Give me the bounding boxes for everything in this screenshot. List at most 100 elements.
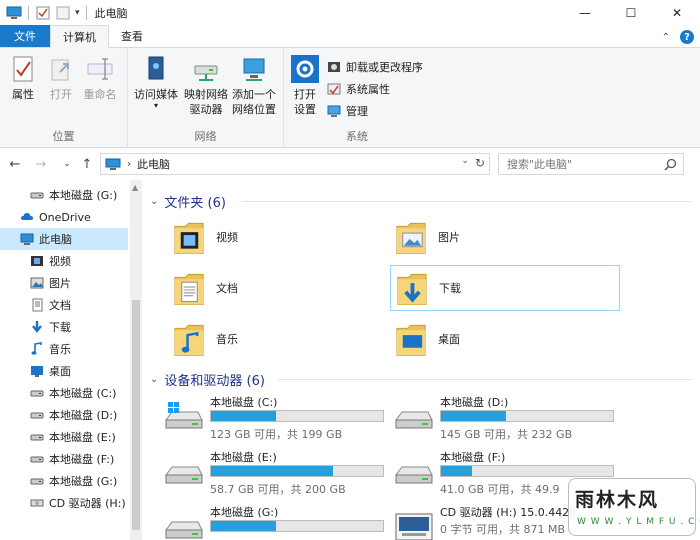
nav-item[interactable]: 本地磁盘 (E:) xyxy=(0,426,128,448)
folders-section-header[interactable]: ⌄ 文件夹 (6) xyxy=(150,192,226,211)
open-settings-button[interactable]: 打开 设置 xyxy=(288,54,322,117)
properties-check-icon[interactable] xyxy=(35,6,51,20)
nav-item[interactable]: 此电脑 xyxy=(0,228,128,250)
folder-item[interactable]: 音乐 xyxy=(168,316,398,362)
nav-item-label: CD 驱动器 (H:) xyxy=(49,497,126,510)
nav-item[interactable]: 桌面 xyxy=(0,360,128,382)
tab-file[interactable]: 文件 xyxy=(0,25,50,47)
maximize-icon: ☐ xyxy=(625,6,637,20)
open-button[interactable]: 打开 xyxy=(46,54,76,102)
drive-usage-bar xyxy=(210,465,384,477)
folder-label: 文档 xyxy=(216,282,238,295)
map-network-drive-button[interactable]: 映射网络 驱动器 xyxy=(182,54,230,117)
nav-item[interactable]: 本地磁盘 (F:) xyxy=(0,448,128,470)
nav-item-label: 桌面 xyxy=(49,365,71,378)
drive-item[interactable]: 本地磁盘 (E:) 58.7 GB 可用，共 200 GB xyxy=(164,449,390,497)
drives-section-header[interactable]: ⌄ 设备和驱动器 (6) xyxy=(150,370,265,389)
group-network: 访问媒体 ▾ 映射网络 驱动器 添加一个 网络位置 网络 xyxy=(128,48,284,148)
nav-item-label: 视频 xyxy=(49,255,71,268)
nav-item[interactable]: 图片 xyxy=(0,272,128,294)
manage-button[interactable]: 管理 xyxy=(326,102,368,120)
folder-label: 下载 xyxy=(439,282,461,295)
folder-label: 图片 xyxy=(438,231,460,244)
forward-button[interactable]: → xyxy=(32,157,50,172)
drive-icon xyxy=(30,412,44,419)
map-network-drive-label: 映射网络 驱动器 xyxy=(184,88,228,116)
collapse-ribbon-icon[interactable]: ⌃ xyxy=(662,32,670,43)
network-location-icon xyxy=(243,58,265,81)
group-location-label: 位置 xyxy=(52,130,75,143)
downloads-icon xyxy=(32,321,42,333)
minimize-button[interactable]: — xyxy=(562,0,608,26)
nav-item-label: 本地磁盘 (C:) xyxy=(49,387,117,400)
scrollbar-thumb[interactable] xyxy=(132,300,140,530)
group-location: 属性 打开 重命名 位置 xyxy=(0,48,128,148)
breadcrumb-this-pc[interactable]: 此电脑 xyxy=(137,156,170,172)
folder-item[interactable]: 桌面 xyxy=(390,316,620,362)
drive-item[interactable]: 本地磁盘 (C:) 123 GB 可用，共 199 GB xyxy=(164,394,390,442)
section-divider xyxy=(242,201,692,202)
maximize-button[interactable]: ☐ xyxy=(608,0,654,26)
computer-icon xyxy=(20,233,34,245)
properties-button[interactable]: 属性 xyxy=(8,54,38,102)
desktop-folder-icon xyxy=(396,324,426,356)
drive-icon xyxy=(165,521,203,539)
breadcrumb-separator-icon[interactable]: › xyxy=(127,159,131,170)
refresh-icon[interactable]: ↻ xyxy=(475,156,485,170)
back-button[interactable]: ← xyxy=(6,157,24,172)
up-button[interactable]: ↑ xyxy=(78,157,96,172)
nav-item[interactable]: 本地磁盘 (C:) xyxy=(0,382,128,404)
rename-button[interactable]: 重命名 xyxy=(80,54,120,102)
tab-computer[interactable]: 计算机 xyxy=(50,25,109,48)
group-system: 打开 设置 卸载或更改程序 系统属性 管理 系统 xyxy=(284,48,430,148)
group-network-label: 网络 xyxy=(194,130,217,143)
nav-item[interactable]: CD 驱动器 (H:) xyxy=(0,492,128,514)
cd-drive-icon xyxy=(30,499,44,507)
recent-locations-button[interactable]: ⌄ xyxy=(58,159,76,169)
new-folder-icon[interactable] xyxy=(55,6,71,20)
drive-usage-fill xyxy=(211,521,277,531)
access-media-button[interactable]: 访问媒体 ▾ xyxy=(132,54,180,110)
up-arrow-icon: ↑ xyxy=(81,156,93,172)
customize-qat-icon[interactable]: ▾ xyxy=(75,8,80,18)
folders-header-label: 文件夹 (6) xyxy=(164,196,226,211)
drive-capacity-text: 145 GB 可用，共 232 GB xyxy=(440,428,573,441)
tab-view[interactable]: 查看 xyxy=(109,25,155,47)
close-button[interactable]: ✕ xyxy=(654,0,700,26)
folder-item[interactable]: 文档 xyxy=(168,265,398,311)
folder-label: 桌面 xyxy=(438,333,460,346)
nav-item[interactable]: 本地磁盘 (D:) xyxy=(0,404,128,426)
system-properties-icon xyxy=(327,83,341,95)
folder-item[interactable]: 图片 xyxy=(390,214,620,260)
window-controls: — ☐ ✕ xyxy=(562,0,700,26)
drive-item[interactable]: 本地磁盘 (D:) 145 GB 可用，共 232 GB xyxy=(394,394,620,442)
music-folder-icon xyxy=(174,324,204,356)
nav-item[interactable]: 音乐 xyxy=(0,338,128,360)
folder-item[interactable]: 下载 xyxy=(390,265,620,311)
nav-item[interactable]: 本地磁盘 (G:) xyxy=(0,470,128,492)
drive-name: 本地磁盘 (F:) xyxy=(440,451,506,464)
onedrive-icon xyxy=(21,213,33,220)
folder-label: 视频 xyxy=(216,231,238,244)
uninstall-programs-button[interactable]: 卸载或更改程序 xyxy=(326,58,423,76)
nav-item[interactable]: 下载 xyxy=(0,316,128,338)
address-field[interactable]: › 此电脑 ⌄ ↻ xyxy=(100,153,490,175)
help-icon[interactable]: ? xyxy=(680,30,694,44)
address-dropdown-icon[interactable]: ⌄ xyxy=(461,156,469,170)
nav-item[interactable]: 文档 xyxy=(0,294,128,316)
nav-item-label: 文档 xyxy=(49,299,71,312)
scroll-up-icon[interactable]: ▲ xyxy=(132,183,138,192)
add-network-location-button[interactable]: 添加一个 网络位置 xyxy=(228,54,280,117)
nav-item[interactable]: 视频 xyxy=(0,250,128,272)
nav-item[interactable]: 本地磁盘 (G:) xyxy=(0,184,128,206)
music-icon xyxy=(31,342,42,355)
nav-item[interactable]: OneDrive xyxy=(0,206,128,228)
uninstall-icon xyxy=(328,62,340,72)
drive-item[interactable]: 本地磁盘 (G:) xyxy=(164,504,390,540)
search-box[interactable]: 搜索"此电脑" xyxy=(498,153,684,175)
folder-item[interactable]: 视频 xyxy=(168,214,398,260)
section-divider xyxy=(278,379,692,380)
system-properties-button[interactable]: 系统属性 xyxy=(326,80,390,98)
cd-drive-icon xyxy=(395,513,433,540)
open-label: 打开 xyxy=(50,88,72,101)
